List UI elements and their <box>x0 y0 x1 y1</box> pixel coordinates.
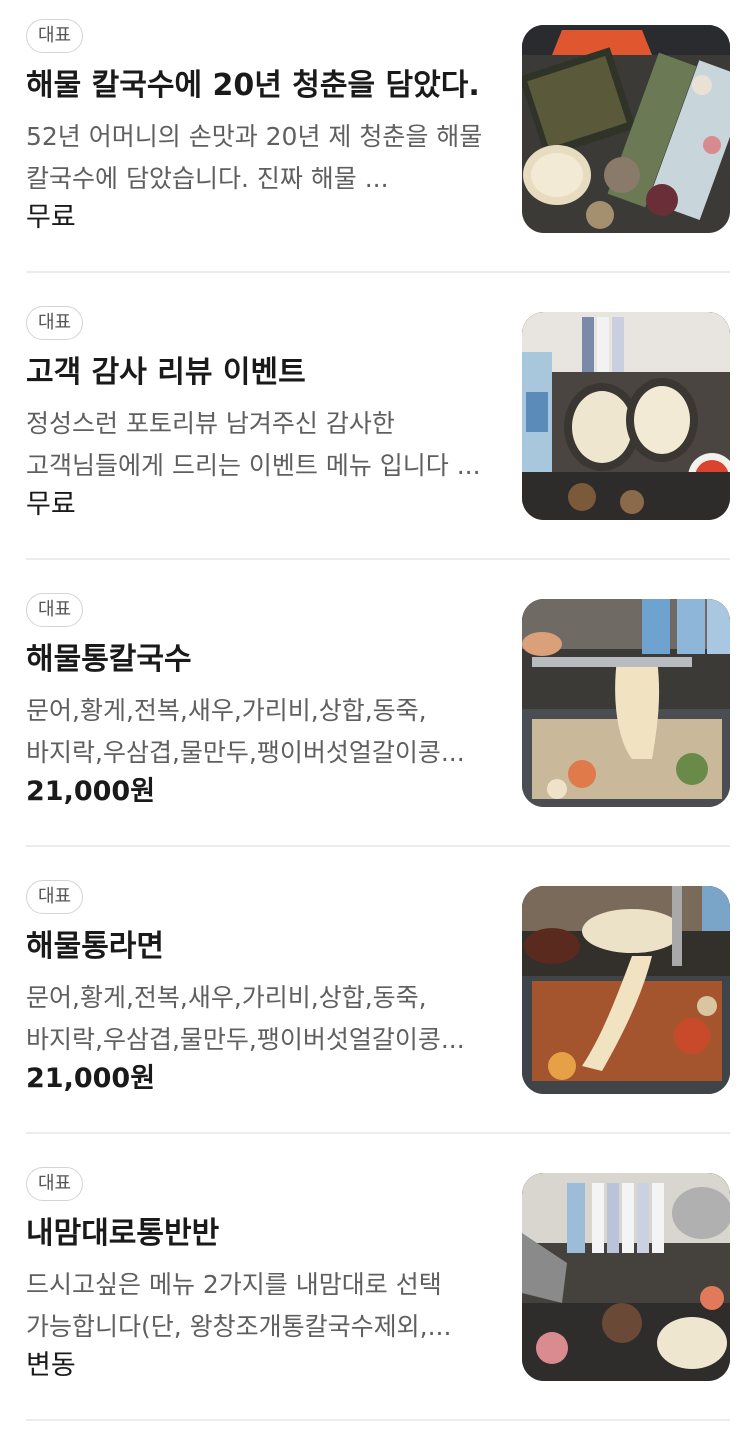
representative-badge: 대표 <box>26 1167 84 1201</box>
divider <box>26 1132 730 1134</box>
divider <box>26 1419 730 1421</box>
representative-badge: 대표 <box>26 593 84 627</box>
menu-item[interactable]: 대표 고객 감사 리뷰 이벤트 정성스런 포토리뷰 남겨주신 감사한 고객님들에… <box>26 306 730 552</box>
divider <box>26 845 730 847</box>
menu-item-name: 해물통칼국수 <box>26 642 192 677</box>
menu-item[interactable]: 대표 해물통라면 문어,황게,전복,새우,가리비,상합,동죽,바지락,우삼겹,물… <box>26 880 730 1126</box>
menu-item-price: 21,000원 <box>26 1063 156 1094</box>
menu-item-photo[interactable] <box>522 312 730 520</box>
representative-badge: 대표 <box>26 306 84 340</box>
menu-item-price: 무료 <box>26 202 76 233</box>
menu-item-name: 해물통라면 <box>26 929 164 964</box>
menu-item-price: 무료 <box>26 489 76 520</box>
menu-item-price: 변동 <box>26 1350 76 1381</box>
menu-item-name: 고객 감사 리뷰 이벤트 <box>26 355 306 390</box>
menu-item-description: 문어,황게,전복,새우,가리비,상합,동죽,바지락,우삼겹,물만두,팽이버섯얼갈… <box>26 983 465 1054</box>
menu-item-description: 52년 어머니의 손맛과 20년 제 청춘을 해물 칼국수에 담았습니다. 진짜… <box>26 122 483 193</box>
menu-item-photo[interactable] <box>522 886 730 1094</box>
divider <box>26 271 730 273</box>
menu-item-name: 해물 칼국수에 20년 청춘을 담았다. <box>26 68 480 103</box>
menu-item-photo[interactable] <box>522 25 730 233</box>
menu-item[interactable]: 대표 해물통칼국수 문어,황게,전복,새우,가리비,상합,동죽,바지락,우삼겹,… <box>26 593 730 839</box>
menu-item-photo[interactable] <box>522 1173 730 1381</box>
menu-item-price: 21,000원 <box>26 776 156 807</box>
menu-item-photo[interactable] <box>522 599 730 807</box>
menu-item-description: 정성스런 포토리뷰 남겨주신 감사한 고객님들에게 드리는 이벤트 메뉴 입니다… <box>26 409 481 480</box>
representative-badge: 대표 <box>26 19 84 53</box>
representative-badge: 대표 <box>26 880 84 914</box>
menu-item[interactable]: 대표 내맘대로통반반 드시고싶은 메뉴 2가지를 내맘대로 선택 가능합니다(단… <box>26 1167 730 1413</box>
menu-item-description: 드시고싶은 메뉴 2가지를 내맘대로 선택 가능합니다(단, 왕창조개통칼국수제… <box>26 1270 452 1341</box>
divider <box>26 558 730 560</box>
menu-item[interactable]: 대표 해물 칼국수에 20년 청춘을 담았다. 52년 어머니의 손맛과 20년… <box>26 19 730 265</box>
menu-item-name: 내맘대로통반반 <box>26 1216 220 1251</box>
menu-item-description: 문어,황게,전복,새우,가리비,상합,동죽,바지락,우삼겹,물만두,팽이버섯얼갈… <box>26 696 465 767</box>
